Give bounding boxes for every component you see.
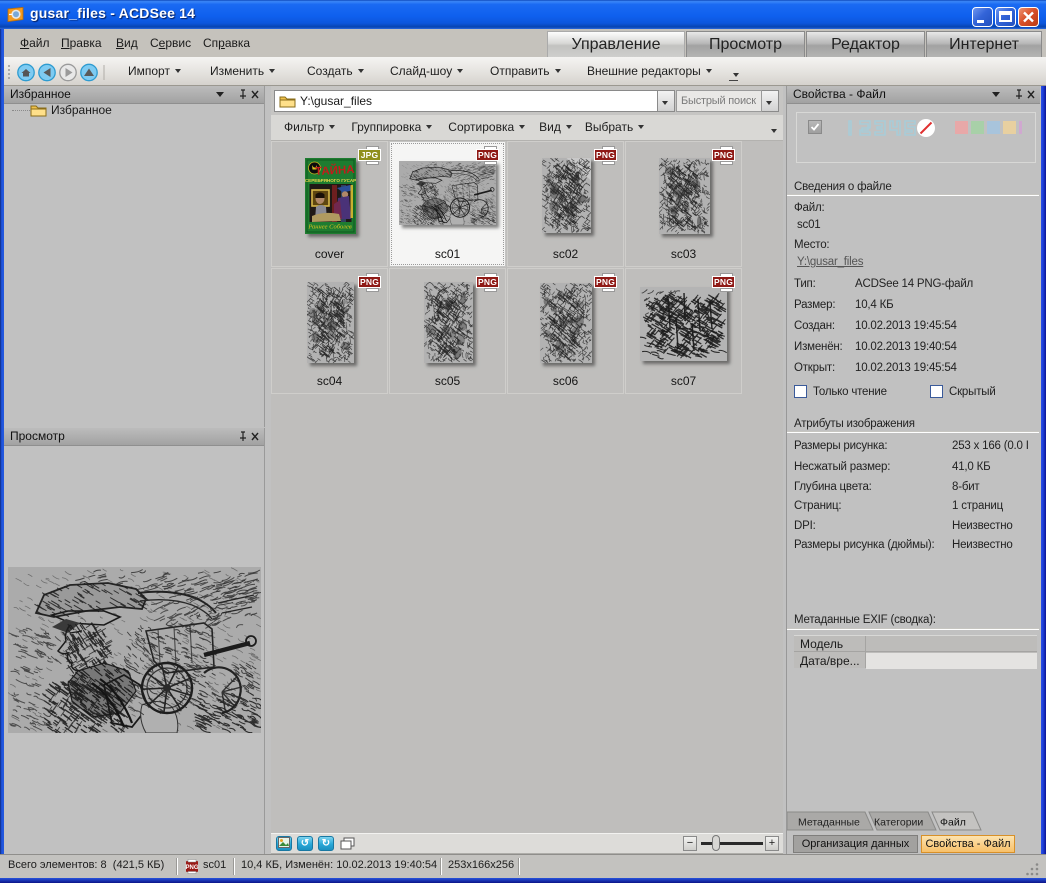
- svg-text:Файл: Файл: [940, 817, 966, 829]
- svg-text:ТАЙНА: ТАЙНА: [315, 163, 355, 178]
- svg-text:Раннее Соболев: Раннее Соболев: [307, 224, 352, 231]
- svg-text:PNG: PNG: [185, 865, 198, 871]
- svg-text:Метаданные: Метаданные: [798, 817, 860, 829]
- svg-text:Категории: Категории: [874, 817, 923, 829]
- svg-text:СЕРЕБРЯНОГО ГУСАРА: СЕРЕБРЯНОГО ГУСАРА: [305, 178, 356, 183]
